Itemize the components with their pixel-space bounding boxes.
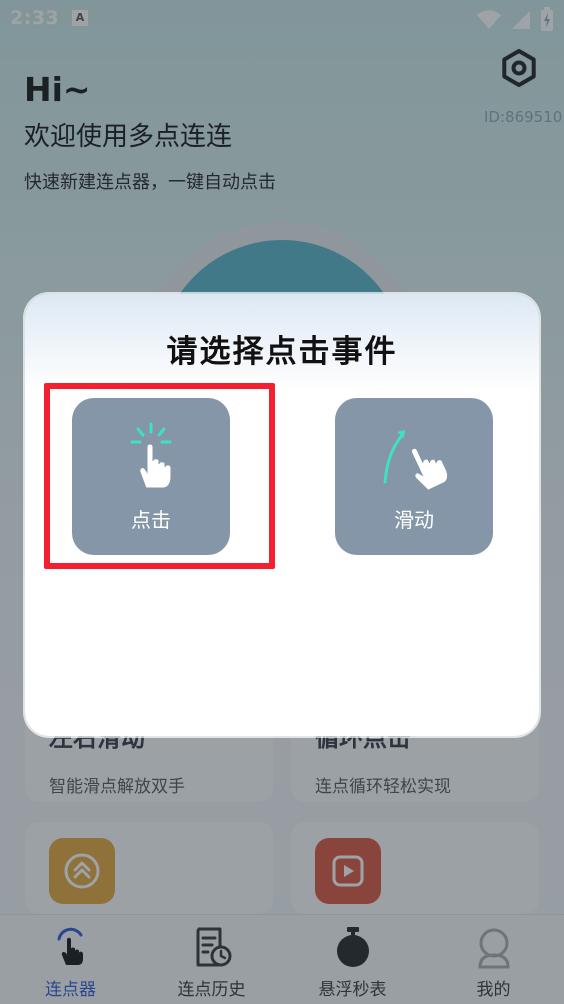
selection-highlight-box	[44, 383, 275, 569]
swipe-option-button[interactable]: 滑动	[335, 398, 493, 555]
swipe-finger-icon	[383, 430, 449, 491]
choice-label: 滑动	[394, 508, 434, 532]
dialog-title: 请选择点击事件	[166, 334, 398, 370]
